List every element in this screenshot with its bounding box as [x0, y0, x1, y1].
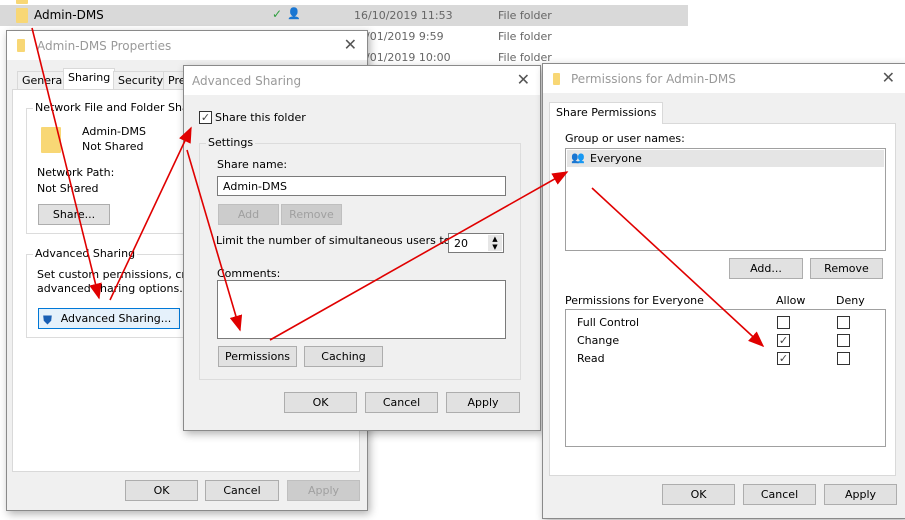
permissions-button[interactable]: Permissions [218, 346, 297, 367]
allow-read-checkbox[interactable]: ✓ [777, 352, 790, 365]
remove-button[interactable]: Remove [281, 204, 342, 225]
share-button[interactable]: Share... [38, 204, 110, 225]
network-path-label: Network Path: [37, 166, 115, 179]
input-value: Admin-DMS [223, 180, 287, 193]
allow-header: Allow [776, 294, 806, 307]
advanced-sharing-dialog: Advanced Sharing ✕ ✓ Share this folder S… [183, 65, 541, 431]
user-item-everyone[interactable]: 👥 Everyone [567, 150, 884, 167]
file-row-admin-dms[interactable]: Admin-DMS ✓ 👤 16/10/2019 11:53 File fold… [0, 5, 688, 26]
add-button[interactable]: Add [218, 204, 279, 225]
ok-button[interactable]: OK [125, 480, 198, 501]
perm-read: Read [577, 352, 605, 365]
spinner-arrows-icon[interactable]: ▲ ▼ [488, 235, 502, 251]
apply-button[interactable]: Apply [287, 480, 360, 501]
folder-icon [553, 73, 560, 85]
group-user-label: Group or user names: [565, 132, 685, 145]
file-name: Admin-DMS [34, 8, 104, 22]
network-path-value: Not Shared [37, 182, 99, 195]
dialog-title: Permissions for Admin-DMS [571, 72, 736, 86]
deny-read-checkbox[interactable] [837, 352, 850, 365]
share-name-label: Share name: [217, 158, 288, 171]
spinner-value: 20 [454, 237, 468, 250]
user-list: 👥 Everyone [565, 148, 886, 251]
remove-button[interactable]: Remove [810, 258, 883, 279]
folder-name: Admin-DMS [82, 125, 146, 138]
folder-icon [17, 39, 25, 52]
folder-icon [16, 8, 28, 23]
cancel-button[interactable]: Cancel [743, 484, 816, 505]
comments-textarea[interactable] [217, 280, 506, 339]
caching-button[interactable]: Caching [304, 346, 383, 367]
comments-label: Comments: [217, 267, 281, 280]
cancel-button[interactable]: Cancel [365, 392, 438, 413]
cancel-button[interactable]: Cancel [205, 480, 279, 501]
tab-sharing[interactable]: Sharing [63, 68, 116, 89]
limit-users-spinner[interactable]: 20 ▲ ▼ [448, 233, 504, 253]
user-name: Everyone [590, 152, 642, 165]
button-label: Advanced Sharing... [60, 312, 172, 325]
folder-icon [16, 0, 28, 4]
file-date: /01/2019 9:59 [366, 30, 444, 43]
permissions-for-label: Permissions for Everyone [565, 294, 704, 307]
dialog-title: Admin-DMS Properties [37, 39, 172, 53]
allow-full-control-checkbox[interactable] [777, 316, 790, 329]
file-type: File folder [498, 30, 552, 43]
dialog-title: Advanced Sharing [192, 74, 302, 88]
deny-full-control-checkbox[interactable] [837, 316, 850, 329]
share-folder-checkbox[interactable]: ✓ [199, 111, 212, 124]
deny-change-checkbox[interactable] [837, 334, 850, 347]
file-date: 16/10/2019 11:53 [354, 9, 453, 22]
limit-users-label: Limit the number of simultaneous users t… [216, 234, 455, 247]
close-icon[interactable]: ✕ [882, 68, 895, 87]
share-folder-label: Share this folder [215, 111, 306, 124]
title-bar: Admin-DMS Properties ✕ [7, 31, 367, 60]
file-date: /01/2019 10:00 [366, 51, 451, 64]
close-icon[interactable]: ✕ [344, 35, 357, 54]
group-label: Settings [206, 136, 256, 149]
folder-icon [41, 127, 61, 153]
group-label: Advanced Sharing [33, 247, 138, 260]
deny-header: Deny [836, 294, 865, 307]
shared-user-icon: 👤 [287, 7, 301, 20]
uac-shield-icon: ⛊ [43, 313, 53, 327]
apply-button[interactable]: Apply [446, 392, 520, 413]
allow-change-checkbox[interactable]: ✓ [777, 334, 790, 347]
tab-security[interactable]: Security [113, 71, 169, 89]
tab-panel: Group or user names: 👥 Everyone Add... R… [549, 123, 896, 476]
perm-change: Change [577, 334, 620, 347]
folder-status: Not Shared [82, 140, 144, 153]
ok-button[interactable]: OK [662, 484, 735, 505]
permissions-list: Full Control Change Read ✓ ✓ [565, 309, 886, 447]
title-bar: Permissions for Admin-DMS ✕ [543, 64, 905, 93]
tab-share-permissions[interactable]: Share Permissions [549, 102, 664, 124]
share-name-input[interactable]: Admin-DMS [217, 176, 506, 196]
ok-button[interactable]: OK [284, 392, 357, 413]
add-button[interactable]: Add... [729, 258, 803, 279]
sync-ok-icon: ✓ [272, 7, 283, 21]
perm-full-control: Full Control [577, 316, 640, 329]
settings-group: Settings Share name: Admin-DMS Add Remov… [199, 136, 521, 380]
title-bar: Advanced Sharing ✕ [184, 66, 540, 95]
close-icon[interactable]: ✕ [517, 70, 530, 89]
permissions-dialog: Permissions for Admin-DMS ✕ Group or use… [542, 63, 905, 519]
file-type: File folder [498, 9, 552, 22]
users-group-icon: 👥 [571, 151, 585, 164]
apply-button[interactable]: Apply [824, 484, 897, 505]
advanced-sharing-button[interactable]: ⛊ Advanced Sharing... [38, 308, 180, 329]
advanced-description: advanced sharing options. [37, 282, 183, 295]
